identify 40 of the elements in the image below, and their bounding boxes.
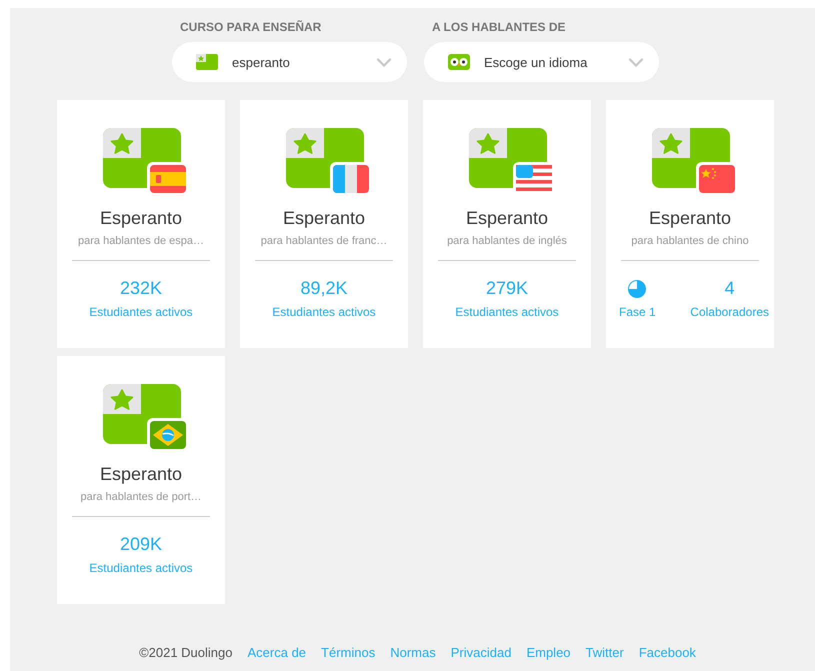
- learner-label: Estudiantes activos: [272, 305, 376, 319]
- course-subtitle: para hablantes de franc…: [260, 235, 388, 247]
- course-card[interactable]: Esperanto para hablantes de espa… 232K Estudiantes activos: [57, 100, 225, 348]
- course-title: Esperanto: [100, 208, 182, 229]
- phase-label: Fase 1: [619, 305, 656, 319]
- course-card[interactable]: Esperanto para hablantes de franc… 89,2K Estudiantes activos: [240, 100, 408, 348]
- course-title: Esperanto: [282, 208, 366, 229]
- learner-count: 232K: [120, 278, 162, 300]
- course-card[interactable]: Esperanto para hablantes de port… 209K Estudiantes activos: [57, 356, 225, 604]
- learner-label: Estudiantes activos: [455, 305, 559, 319]
- course-flag-icon: [286, 128, 372, 196]
- course-subtitle: para hablantes de chino: [631, 235, 749, 247]
- selector-label: CURSO PARA ENSEÑAR: [180, 20, 322, 34]
- learner-count: 209K: [120, 534, 162, 556]
- course-card[interactable]: Esperanto para hablantes de inglés 279K Estudiantes activos: [423, 100, 591, 348]
- phase-progress-icon: [627, 279, 648, 299]
- contributor-label: Colaboradores: [690, 305, 769, 319]
- language-dropdown[interactable]: esperanto: [172, 42, 407, 82]
- learner-count: 89,2K: [300, 278, 348, 300]
- course-flag-icon: [652, 128, 738, 196]
- selector-label: A LOS HABLANTES DE: [432, 20, 567, 34]
- course-flag-icon: [103, 128, 189, 196]
- course-subtitle: para hablantes de espa…: [78, 235, 204, 247]
- course-flag-icon: [103, 384, 189, 452]
- course-subtitle: para hablantes de port…: [80, 491, 202, 503]
- chevron-down-icon: [377, 58, 391, 66]
- course-title: Esperanto: [466, 208, 548, 229]
- course-title: Esperanto: [648, 208, 732, 229]
- learner-label: Estudiantes activos: [89, 305, 193, 319]
- course-subtitle: para hablantes de inglés: [447, 235, 567, 247]
- copyright-text: ©2021 Duolingo: [139, 645, 232, 660]
- learner-count: 279K: [486, 278, 528, 300]
- learner-label: Estudiantes activos: [89, 561, 193, 575]
- course-card[interactable]: Esperanto para hablantes de chino Fase 1 4 Colaboradores: [606, 100, 774, 348]
- course-title: Esperanto: [100, 464, 182, 485]
- language-dropdown[interactable]: Escoge un idioma: [424, 42, 659, 82]
- owl-face-icon: [448, 54, 470, 70]
- esperanto-flag-icon: [196, 54, 218, 70]
- contributor-count: 4: [724, 278, 735, 300]
- chevron-down-icon: [629, 58, 643, 66]
